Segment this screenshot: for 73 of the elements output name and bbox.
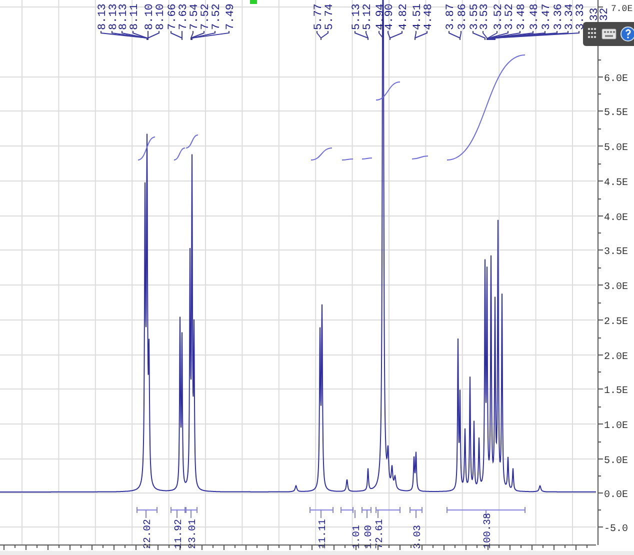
integral-curve [310,148,332,160]
axis-label: 6.0E [604,74,628,85]
peak-label: 3.87 [445,4,457,30]
peak-label: 8.10 [144,4,156,30]
axis-label: 5.0E [604,456,628,467]
peak-label: 7.49 [225,4,237,30]
peak-label: 4.82 [398,4,410,30]
peak-label: 8.13 [97,4,109,30]
peak-label: 7.52 [211,4,223,30]
peak-label: 3.47 [541,4,553,30]
integral-curve [412,156,428,160]
axis-label: 0.0E [604,490,628,501]
integral-value: 11.11 [318,518,329,549]
peak-label: 8.13 [118,4,130,30]
axis-label: 7.0E [611,4,633,14]
peak-label: 3.52 [504,4,516,30]
integral-curve [174,148,186,160]
peak-label: 3.34 [564,4,576,30]
peak-label: 5.74 [324,4,336,30]
axis-label: 5.0E [604,143,628,154]
axis-label: 5.5E [604,108,628,119]
peak-label: 4.90 [384,4,396,30]
grid-dots-icon[interactable] [588,28,596,38]
peak-label: 8.13 [108,4,120,30]
axis-label: 3.5E [604,247,628,258]
axis-label: 2.0E [604,352,628,363]
peak-label: 4.48 [423,4,435,30]
axis-label: 1.5E [604,386,628,397]
peak-label: 7.66 [167,4,179,30]
peak-label: 32 [599,8,611,21]
axis-label: 4.5E [604,178,628,189]
axis-label: 4.0E [604,213,628,224]
peak-label: 7.63 [178,4,190,30]
peak-label: 5.12 [362,4,374,30]
peak-label: 8.11 [129,4,141,30]
integral-bracket [376,506,400,518]
axis-label: 3.0E [604,282,628,293]
peak-label: 5.77 [313,4,325,30]
peak-label: 7.54 [189,4,201,30]
integral-curve [138,136,156,160]
peak-label: 3.55 [469,4,481,30]
integral-bracket [310,506,334,518]
axis-label: 1.0E [604,421,628,432]
peak-label: 3.53 [479,4,491,30]
status-marker [250,0,257,4]
peak-label: 4.51 [412,4,424,30]
peak-label: 3.33 [575,4,587,30]
peak-label: 8.10 [155,4,167,30]
integral-value: 1.00 [364,524,375,549]
peak-label: 33 [589,8,601,21]
peak-label: 7.52 [200,4,212,30]
integral-curve [376,82,400,100]
integral-bracket [340,506,356,518]
peak-label: 5.13 [351,4,363,30]
integral-bracket [410,506,422,518]
axis-label: -5.0 [604,524,628,535]
peak-label: 3.86 [457,4,469,30]
integral-value: 11.92 [174,518,185,549]
integral-bracket [186,506,198,518]
integral-value: 1.01 [352,524,363,549]
peak-label: 3.48 [516,4,528,30]
leader-line [378,30,384,40]
peak-label: 3.48 [529,4,541,30]
axis-label: 2.5E [604,317,628,328]
integral-bracket [136,506,158,518]
peak-label: 3.52 [493,4,505,30]
integral-curve [186,134,198,148]
keyboard-icon[interactable] [602,28,616,40]
integral-bracket [170,506,186,518]
peak-label: 3.36 [553,4,565,30]
help-icon[interactable] [620,26,634,42]
integral-bracket [362,506,372,518]
integral-value: 100.38 [483,512,494,549]
